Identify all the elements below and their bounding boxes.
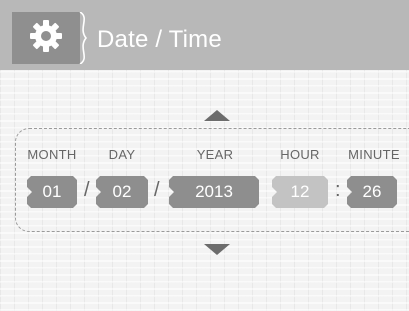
- settings-button[interactable]: [12, 12, 80, 64]
- date-separator: /: [154, 179, 160, 201]
- day-field[interactable]: 02: [96, 176, 148, 208]
- header-divider: [79, 12, 88, 64]
- year-field[interactable]: 2013: [169, 176, 259, 208]
- gear-icon: [28, 18, 64, 59]
- hour-field[interactable]: 12: [272, 176, 328, 208]
- date-separator: /: [84, 179, 90, 201]
- day-label: DAY: [108, 147, 136, 162]
- time-separator: :: [335, 179, 341, 201]
- month-field[interactable]: 01: [27, 176, 77, 208]
- header-bar: Date / Time: [0, 0, 409, 70]
- minute-field[interactable]: 26: [347, 176, 397, 208]
- page-title: Date / Time: [97, 26, 222, 53]
- year-label: YEAR: [196, 147, 234, 162]
- hour-label: HOUR: [280, 147, 320, 162]
- minute-label: MINUTE: [348, 147, 400, 162]
- increment-arrow-up-icon[interactable]: [204, 110, 230, 121]
- month-label: MONTH: [27, 147, 77, 162]
- decrement-arrow-down-icon[interactable]: [204, 244, 230, 255]
